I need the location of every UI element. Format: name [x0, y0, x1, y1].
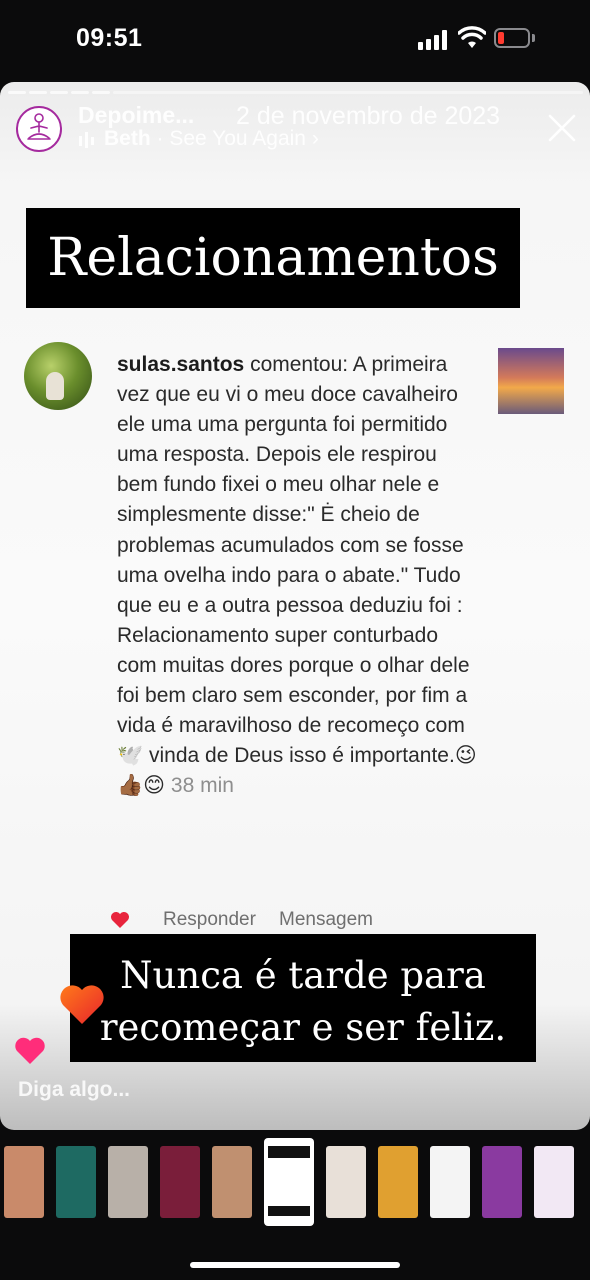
story-progress-bar: [8, 91, 583, 94]
reply-input[interactable]: Diga algo...: [18, 1078, 130, 1102]
story-thumbnail[interactable]: [160, 1146, 200, 1218]
story-viewer[interactable]: Depoime... 2 de novembro de 2023 Beth · …: [0, 82, 590, 1130]
music-song: See You Again: [169, 127, 306, 150]
story-thumbnail[interactable]: [534, 1146, 574, 1218]
comment-body: comentou: A primeira vez que eu vi o meu…: [117, 353, 477, 798]
quote-box: Nunca é tarde para recomeçar e ser feliz…: [70, 934, 536, 1062]
home-indicator[interactable]: [190, 1262, 400, 1268]
story-thumbnail[interactable]: [212, 1146, 252, 1218]
status-time: 09:51: [76, 24, 143, 52]
story-thumbnail[interactable]: [108, 1146, 148, 1218]
chevron-right-icon: ›: [311, 127, 319, 150]
story-thumbnails: [0, 1136, 590, 1236]
music-artist: Beth: [104, 127, 151, 150]
comment-time: 38 min: [170, 774, 234, 798]
post-thumbnail: [498, 348, 564, 414]
story-thumbnail[interactable]: [56, 1146, 96, 1218]
status-bar: 09:51: [0, 0, 590, 80]
like-heart-icon[interactable]: [14, 1036, 46, 1066]
heart-icon: [111, 912, 129, 928]
quote-line-1: Nunca é tarde para: [120, 954, 486, 997]
comment-reply-label: Responder: [163, 909, 256, 930]
meditation-logo-icon: [27, 113, 51, 140]
quote-line-2: recomeçar e ser feliz.: [99, 1006, 507, 1049]
story-thumbnail[interactable]: [430, 1146, 470, 1218]
story-title: Relacionamentos: [47, 228, 499, 288]
comment-text: sulas.santos comentou: A primeira vez qu…: [117, 350, 477, 801]
music-attribution[interactable]: Beth · See You Again ›: [104, 127, 319, 151]
story-thumbnail[interactable]: [4, 1146, 44, 1218]
cellular-signal-icon: [418, 30, 450, 50]
story-title-box: Relacionamentos: [26, 208, 520, 308]
music-bars-icon: [79, 132, 94, 148]
battery-icon: [494, 28, 530, 48]
story-thumbnail-active[interactable]: [264, 1138, 314, 1226]
account-avatar[interactable]: [16, 106, 62, 152]
wifi-icon: [458, 26, 486, 48]
close-icon[interactable]: [546, 112, 578, 144]
story-thumbnail[interactable]: [326, 1146, 366, 1218]
account-name[interactable]: Depoime...: [78, 102, 194, 129]
commenter-avatar: [24, 342, 92, 410]
story-thumbnail[interactable]: [378, 1146, 418, 1218]
comment-username: sulas.santos: [117, 353, 245, 376]
reaction-heart-icon[interactable]: [58, 982, 106, 1026]
story-thumbnail[interactable]: [482, 1146, 522, 1218]
comment-message-label: Mensagem: [279, 909, 373, 930]
